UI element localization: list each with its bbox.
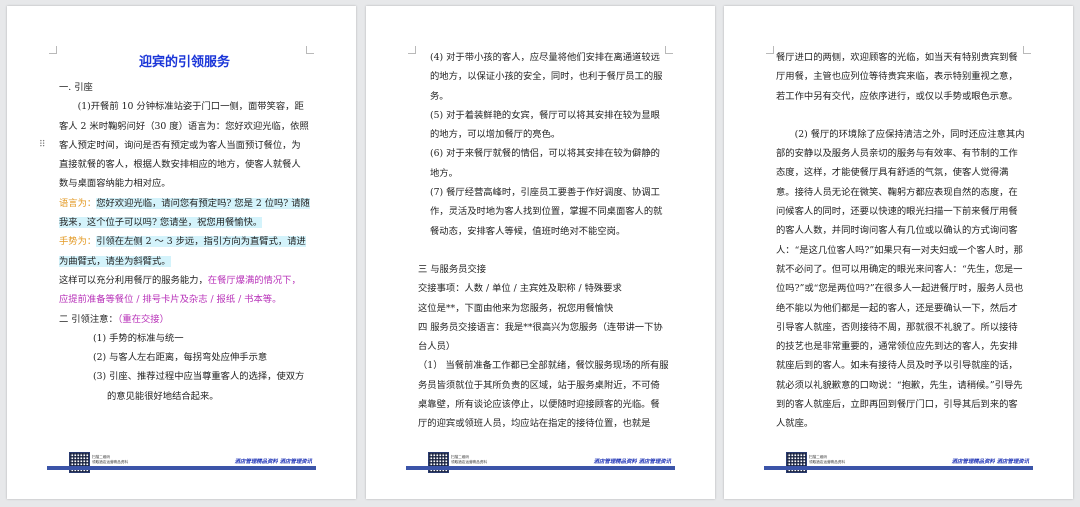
- page-3-content[interactable]: 餐厅进口的两侧，欢迎顾客的光临，如当天有特别贵宾到餐厅用餐，主管也应列位等待贵宾…: [776, 48, 1027, 434]
- document-page-2: (4) 对于带小孩的客人，应尽量将他们安排在离通道较远的地方，以保证小孩的安全，…: [366, 6, 715, 499]
- paragraph: 餐厅进口的两侧，欢迎顾客的光临，如当天有特别贵宾到餐厅用餐，主管也应列位等待贵宾…: [776, 52, 1018, 102]
- list-item: (7) 餐厅经营高峰时，引座员工要善于作好调度、协调工作，灵活及时地为客人找到位…: [430, 187, 663, 237]
- footer-caption: 扫描二维码 领取酒店运营精品资料: [451, 455, 487, 465]
- paragraph: (2) 餐厅的环境除了应保持清洁之外，同时还应注意其内部的安静以及服务人员亲切的…: [776, 128, 1025, 430]
- page-2-content[interactable]: (4) 对于带小孩的客人，应尽量将他们安排在离通道较远的地方，以保证小孩的安全，…: [418, 48, 669, 434]
- footer-bar: [764, 466, 1033, 470]
- paragraph: 交接事项：人数 / 单位 / 主宾姓及职称 / 特殊要求: [418, 283, 622, 295]
- footer-caption: 扫描二维码 领取酒店运营精品资料: [92, 455, 128, 465]
- document-page-3: 餐厅进口的两侧，欢迎顾客的光临，如当天有特别贵宾到餐厅用餐，主管也应列位等待贵宾…: [724, 6, 1073, 499]
- speech-text: 您好欢迎光临，请问您有预定吗? 您是 2 位吗? 请随我来，这个位子可以吗? 您…: [59, 197, 310, 229]
- section-heading: 一. 引座: [59, 82, 93, 93]
- list-item: (3) 引座、推荐过程中应当尊重客人的选择，使双方的意见能很好地结合起来。: [93, 371, 305, 402]
- paragraph: （1） 当餐前准备工作都已全部就绪，餐饮服务现场的所有服务员皆须就位于其所负责的…: [418, 360, 669, 430]
- drag-handle-icon[interactable]: ⠿: [39, 141, 46, 150]
- list-item: (5) 对于着装鲜艳的女宾，餐厅可以将其安排在较为显眼的地方，可以增加餐厅的亮色…: [430, 109, 660, 141]
- margin-corner-mark: [408, 46, 416, 54]
- list-item: (6) 对于来餐厅就餐的情侣，可以将其安排在较为僻静的地方。: [430, 148, 660, 179]
- list-item: (4) 对于带小孩的客人，应尽量将他们安排在离通道较远的地方，以保证小孩的安全，…: [430, 52, 663, 102]
- footer-bar: [406, 466, 675, 470]
- document-title: 迎宾的引领服务: [138, 55, 230, 70]
- footer-brand: 酒店管理精品资料 酒店管理资讯: [951, 459, 1029, 465]
- footer-bar: [47, 466, 316, 470]
- footer-caption-line: 领取酒店运营精品资料: [92, 460, 128, 464]
- paragraph: 这位是**，下面由他来为您服务，祝您用餐愉快: [418, 302, 614, 314]
- section-heading: 二 引领注意：（重在交接）: [59, 310, 310, 329]
- gesture-label: 手势为：: [59, 236, 97, 248]
- section-heading-text: 二 引领注意：: [59, 313, 118, 325]
- page-footer: 扫描二维码 领取酒店运营精品资料 酒店管理精品资料 酒店管理资讯: [406, 452, 675, 478]
- page-footer: 扫描二维码 领取酒店运营精品资料 酒店管理精品资料 酒店管理资讯: [764, 452, 1033, 478]
- speech-label: 语言为：: [59, 197, 97, 209]
- list-item: (2) 与客人左右距离，每拐弯处应伸手示意: [93, 352, 268, 364]
- document-page-1: ⠿ 迎宾的引领服务 一. 引座 (1)开餐前 10 分钟标准站姿于门口一侧，面带…: [7, 6, 356, 499]
- section-heading: 四 服务员交接语言：我是**很高兴为您服务（连带讲一下协台人员）: [418, 321, 663, 353]
- gesture-text: 引领在左侧 2 ～ 3 步远，指引方向为直臂式，请进为曲臂式，请坐为斜臂式。: [59, 236, 306, 267]
- paragraph: 这样可以充分利用餐厅的服务能力，在餐厅爆满的情况下，应提前准备等餐位 / 排号卡…: [59, 271, 310, 310]
- gesture-paragraph: 手势为：引领在左侧 2 ～ 3 步远，指引方向为直臂式，请进为曲臂式，请坐为斜臂…: [59, 232, 310, 271]
- speech-paragraph: 语言为：您好欢迎光临，请问您有预定吗? 您是 2 位吗? 请随我来，这个位子可以…: [59, 194, 310, 233]
- footer-caption-line: 领取酒店运营精品资料: [451, 460, 487, 464]
- footer-brand: 酒店管理精品资料 酒店管理资讯: [593, 459, 671, 465]
- section-heading-note: （重在交接）: [117, 313, 169, 325]
- footer-caption-line: 领取酒店运营精品资料: [809, 460, 845, 464]
- list-item: (1) 手势的标准与统一: [93, 332, 184, 344]
- section-heading: 三 与服务员交接: [418, 263, 487, 275]
- footer-caption: 扫描二维码 领取酒店运营精品资料: [809, 455, 845, 465]
- capacity-text: 这样可以充分利用餐厅的服务能力，: [59, 274, 208, 286]
- paragraph: (1)开餐前 10 分钟标准站姿于门口一侧，面带笑容，距客人 2 米时鞠躬问好（…: [59, 101, 309, 190]
- margin-corner-mark: [766, 46, 774, 54]
- footer-brand: 酒店管理精品资料 酒店管理资讯: [234, 459, 312, 465]
- margin-corner-mark: [49, 46, 57, 54]
- page-footer: 扫描二维码 领取酒店运营精品资料 酒店管理精品资料 酒店管理资讯: [47, 452, 316, 478]
- page-1-content[interactable]: 迎宾的引领服务 一. 引座 (1)开餐前 10 分钟标准站姿于门口一侧，面带笑容…: [59, 50, 310, 406]
